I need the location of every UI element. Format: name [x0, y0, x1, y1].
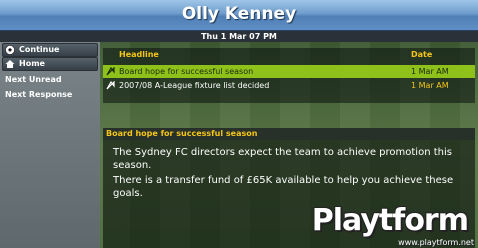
watermark-logo: Playtform — [311, 203, 469, 238]
continue-label: Continue — [19, 45, 60, 54]
next-unread-link[interactable]: Next Unread — [5, 75, 62, 84]
detail-title: Board hope for successful season — [106, 129, 258, 138]
page-title: Olly Kenney — [181, 4, 297, 24]
home-icon — [5, 60, 15, 68]
arrow-icon — [106, 67, 115, 76]
home-button[interactable]: Home — [2, 57, 98, 71]
home-label: Home — [19, 59, 45, 68]
continue-button[interactable]: Continue — [2, 43, 98, 57]
news-date: 1 Mar AM — [411, 81, 449, 90]
sidebar: Continue Home Next Unread Next Response — [0, 42, 100, 248]
news-headline: Board hope for successful season — [119, 67, 254, 76]
detail-paragraph: The Sydney FC directors expect the team … — [113, 147, 452, 171]
column-header-headline[interactable]: Headline — [119, 50, 159, 59]
date-bar: Thu 1 Mar 07 PM — [0, 31, 478, 42]
news-date: 1 Mar AM — [411, 67, 449, 76]
title-bar: Olly Kenney — [0, 0, 478, 31]
next-response-link[interactable]: Next Response — [5, 90, 72, 99]
news-row[interactable]: Board hope for successful season 1 Mar A… — [103, 65, 475, 78]
column-header-date[interactable]: Date — [411, 50, 432, 59]
detail-title-bar: Board hope for successful season — [103, 128, 475, 140]
news-headline: 2007/08 A-League fixture list decided — [119, 81, 270, 90]
news-list: Headline Date Board hope for successful … — [103, 48, 475, 103]
watermark-url: www.playtform.net — [398, 238, 474, 247]
soccer-ball-icon — [5, 45, 15, 55]
news-row[interactable]: 2007/08 A-League fixture list decided 1 … — [103, 79, 475, 92]
current-date: Thu 1 Mar 07 PM — [201, 32, 277, 41]
arrow-icon — [106, 81, 115, 90]
detail-paragraph: There is a transfer fund of £65K availab… — [113, 175, 454, 199]
